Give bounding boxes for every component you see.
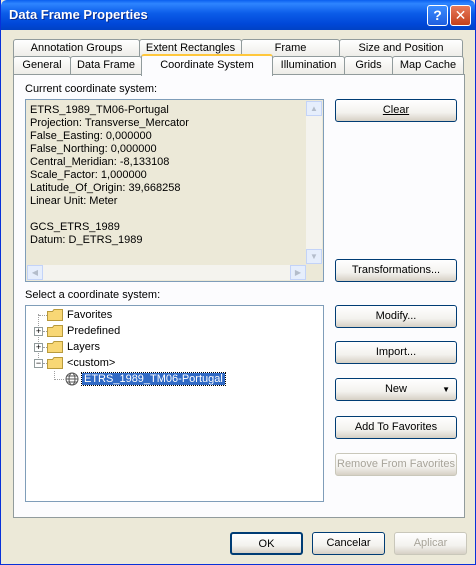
tab-panel: Current coordinate system: ETRS_1989_TM0… [13,74,465,518]
tab-illumination[interactable]: Illumination [272,56,345,75]
tree-item-label: Layers [67,341,101,353]
tab-general[interactable]: General [13,56,71,75]
import-button[interactable]: Import... [335,341,457,364]
tree-item-custom[interactable]: <custom> [47,355,115,371]
close-icon[interactable]: ✕ [450,5,471,26]
add-to-favorites-label: Add To Favorites [354,421,438,433]
minus-icon[interactable]: − [34,359,43,368]
new-label: New [384,383,407,395]
tree-line [39,315,47,316]
tab-map-cache[interactable]: Map Cache [392,56,464,75]
horizontal-scrollbar[interactable]: ◀ ▶ [27,265,306,280]
cancel-button[interactable]: Cancelar [312,532,385,555]
tree-item-label: ETRS_1989_TM06-Portugal [81,372,226,386]
arrow-right-icon[interactable]: ▶ [290,265,306,280]
dropdown-arrow-icon[interactable]: ▼ [442,379,450,400]
transformations-button[interactable]: Transformations... [335,259,457,282]
transformations-label: Transformations... [351,264,441,276]
tab-grids[interactable]: Grids [344,56,393,75]
tree-item-predefined[interactable]: Predefined [47,323,120,339]
current-cs-textbox: ETRS_1989_TM06-Portugal Projection: Tran… [25,99,324,282]
clear-button[interactable]: Clear [335,99,457,122]
tree-item-label: Predefined [67,325,121,337]
remove-from-favorites-label: Remove From Favorites [337,458,455,470]
add-to-favorites-button[interactable]: Add To Favorites [335,416,457,439]
current-cs-text: ETRS_1989_TM06-Portugal Projection: Tran… [30,104,189,246]
apply-button[interactable]: Aplicar [394,532,467,555]
tree-item-label: <custom> [67,357,116,369]
tree-line [54,379,64,380]
help-icon[interactable]: ? [427,5,448,26]
plus-icon[interactable]: + [34,327,43,336]
title-bar: Data Frame Properties ? ✕ [1,0,475,30]
window-title: Data Frame Properties [9,7,148,22]
arrow-left-icon[interactable]: ◀ [27,265,43,280]
arrow-down-icon[interactable]: ▼ [306,249,322,264]
new-button[interactable]: New ▼ [335,378,457,401]
globe-icon [65,372,79,386]
ok-button[interactable]: OK [230,532,303,555]
ok-label: OK [258,538,275,550]
tab-row-front: General Data Frame Coordinate System Ill… [13,54,464,76]
tree-item-favorites[interactable]: Favorites [47,307,112,323]
remove-from-favorites-button[interactable]: Remove From Favorites [335,453,457,476]
coordinate-system-tree[interactable]: + + − Favorites Predefined Layers <custo… [25,305,324,502]
tree-item-etrs-portugal[interactable]: ETRS_1989_TM06-Portugal [65,371,226,387]
folder-icon [47,309,63,322]
tree-item-layers[interactable]: Layers [47,339,100,355]
folder-icon [47,357,63,370]
clear-label: Clear [382,104,410,116]
tab-coordinate-system[interactable]: Coordinate System [141,54,273,76]
vertical-scrollbar[interactable]: ▲ ▼ [306,101,322,264]
arrow-up-icon[interactable]: ▲ [306,101,322,116]
modify-label: Modify... [375,310,417,322]
apply-label: Aplicar [413,537,448,549]
modify-button[interactable]: Modify... [335,305,457,328]
tab-data-frame[interactable]: Data Frame [70,56,142,75]
import-label: Import... [375,346,417,358]
select-cs-heading: Select a coordinate system: [25,289,161,301]
plus-icon[interactable]: + [34,343,43,352]
cancel-label: Cancelar [326,537,371,549]
tree-item-label: Favorites [67,309,113,321]
folder-icon [47,341,63,354]
folder-icon [47,325,63,338]
dialog-window: Data Frame Properties ? ✕ Annotation Gro… [0,0,476,565]
current-cs-heading: Current coordinate system: [25,83,158,95]
